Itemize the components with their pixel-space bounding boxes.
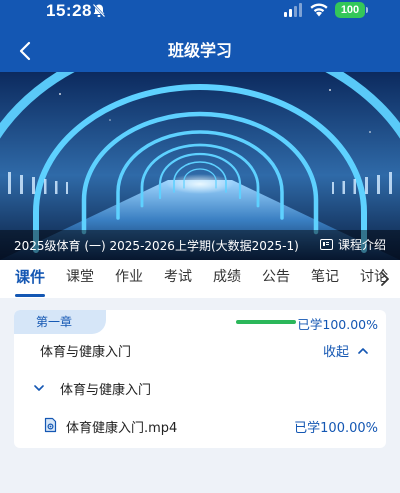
banner-caption: 2025级体育 (一) 2025-2026上学期(大数据2025-1) 课程介绍 xyxy=(0,230,400,260)
battery-indicator: 100 xyxy=(335,2,365,18)
chevron-up-icon xyxy=(358,348,368,354)
tab-courseware[interactable]: 课件 xyxy=(15,260,46,298)
chapter-card: 第一章 已学100.00% 体育与健康入门 收起 体育与健康入门 体育健康入门.… xyxy=(14,310,386,448)
tab-exam[interactable]: 考试 xyxy=(164,260,192,298)
file-name: 体育健康入门.mp4 xyxy=(66,421,178,436)
course-banner: 2025级体育 (一) 2025-2026上学期(大数据2025-1) 课程介绍 xyxy=(0,72,400,260)
tab-classroom[interactable]: 课堂 xyxy=(66,260,94,298)
status-time: 15:28 xyxy=(46,1,92,20)
chevron-down-icon xyxy=(34,385,44,391)
chevron-right-icon[interactable] xyxy=(378,270,392,288)
tab-notes[interactable]: 笔记 xyxy=(311,260,339,298)
chapter-progress-text: 已学100.00% xyxy=(297,317,378,332)
tab-announcements[interactable]: 公告 xyxy=(262,260,290,298)
subsection-row[interactable]: 体育与健康入门 xyxy=(34,379,151,398)
collapse-button[interactable]: 收起 xyxy=(323,341,368,360)
wifi-icon xyxy=(310,3,328,17)
book-info-icon xyxy=(319,239,333,250)
video-file-icon xyxy=(44,417,57,433)
chapter-tag: 第一章 xyxy=(14,310,106,334)
tab-grades[interactable]: 成绩 xyxy=(213,260,241,298)
file-progress-text: 已学100.00% xyxy=(294,421,378,436)
page-title: 班级学习 xyxy=(167,41,232,60)
collapse-label: 收起 xyxy=(322,345,349,360)
subsection-title: 体育与健康入门 xyxy=(60,383,152,398)
bell-slash-icon xyxy=(92,3,106,18)
signal-icon xyxy=(284,3,302,17)
tab-homework[interactable]: 作业 xyxy=(115,260,143,298)
app-header: 15:28 100 班级学习 xyxy=(0,0,400,72)
course-intro-button[interactable]: 课程介绍 xyxy=(319,236,386,253)
file-item[interactable]: 体育健康入门.mp4 已学100.00% xyxy=(44,415,384,437)
course-tabs: 课件 课堂 作业 考试 成绩 公告 笔记 讨论 xyxy=(0,260,400,298)
battery-tip xyxy=(366,7,368,13)
chapter-progress-bar xyxy=(236,320,296,324)
course-name: 2025级体育 (一) 2025-2026上学期(大数据2025-1) xyxy=(14,239,299,253)
section-title: 体育与健康入门 xyxy=(40,345,132,360)
course-intro-label: 课程介绍 xyxy=(337,238,386,252)
